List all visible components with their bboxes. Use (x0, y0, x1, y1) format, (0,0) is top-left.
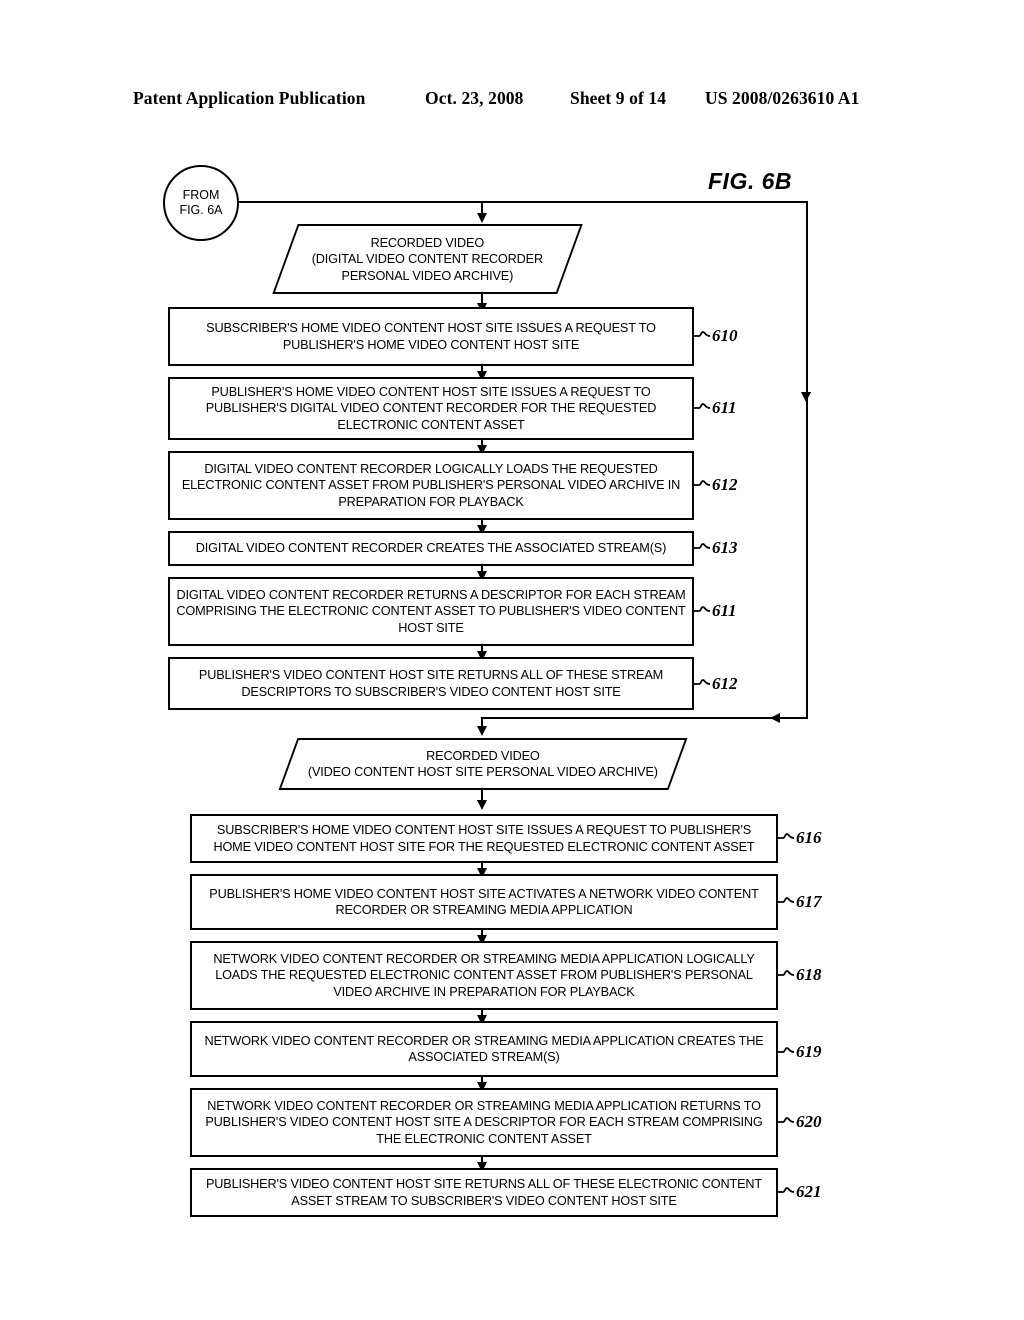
bus-bottom-arrowhead (770, 712, 780, 723)
bus-bottom-horizontal (481, 717, 808, 720)
node-613-label: DIGITAL VIDEO CONTENT RECORDER CREATES T… (195, 541, 667, 556)
node-recorded-video-dvcr-label: RECORDED VIDEO (DIGITAL VIDEO CONTENT RE… (311, 235, 544, 283)
ref-617: 617 (796, 892, 822, 911)
header-patent-number: US 2008/0263610 A1 (705, 88, 860, 108)
node-619-label: NETWORK VIDEO CONTENT RECORDER OR STREAM… (204, 1033, 764, 1064)
ref-619: 619 (796, 1042, 822, 1061)
ref-lead-612b (694, 679, 710, 685)
ref-lead-610 (694, 331, 710, 337)
ref-lead-617 (778, 897, 794, 903)
bus-right-arrowhead (801, 392, 811, 402)
ref-lead-619 (778, 1047, 794, 1053)
node-610: SUBSCRIBER'S HOME VIDEO CONTENT HOST SIT… (168, 307, 694, 366)
ref-lead-611 (694, 403, 710, 409)
node-612: DIGITAL VIDEO CONTENT RECORDER LOGICALLY… (168, 451, 694, 520)
ref-lead-612 (694, 480, 710, 486)
connector-from-fig-6a: FROM FIG. 6A (163, 165, 239, 241)
node-612-label: DIGITAL VIDEO CONTENT RECORDER LOGICALLY… (181, 462, 681, 509)
ref-613: 613 (712, 538, 738, 557)
ref-lead-620 (778, 1117, 794, 1123)
node-616-label: SUBSCRIBER'S HOME VIDEO CONTENT HOST SIT… (213, 823, 755, 854)
node-617-label: PUBLISHER'S HOME VIDEO CONTENT HOST SITE… (209, 886, 759, 917)
header-publication: Patent Application Publication (133, 88, 366, 108)
arrow-to-616 (477, 800, 487, 810)
ref-lead-621 (778, 1187, 794, 1193)
bus-top-horizontal (238, 201, 808, 204)
node-620-label: NETWORK VIDEO CONTENT RECORDER OR STREAM… (205, 1099, 763, 1146)
node-621: PUBLISHER'S VIDEO CONTENT HOST SITE RETU… (190, 1168, 778, 1217)
node-612b: PUBLISHER'S VIDEO CONTENT HOST SITE RETU… (168, 657, 694, 710)
node-620: NETWORK VIDEO CONTENT RECORDER OR STREAM… (190, 1088, 778, 1157)
ref-lead-616 (778, 833, 794, 839)
ref-612b: 612 (712, 674, 738, 693)
header-sheet: Sheet 9 of 14 (570, 88, 667, 108)
node-611: PUBLISHER'S HOME VIDEO CONTENT HOST SITE… (168, 377, 694, 440)
ref-611: 611 (712, 398, 737, 417)
ref-612: 612 (712, 475, 738, 494)
arrow-into-pgram2 (477, 726, 487, 736)
ref-620: 620 (796, 1112, 822, 1131)
ref-616: 616 (796, 828, 822, 847)
arrow-to-pgram1 (477, 213, 487, 223)
ref-lead-611b (694, 606, 710, 612)
node-619: NETWORK VIDEO CONTENT RECORDER OR STREAM… (190, 1021, 778, 1077)
node-616: SUBSCRIBER'S HOME VIDEO CONTENT HOST SIT… (190, 814, 778, 863)
ref-lead-613 (694, 543, 710, 549)
node-611b: DIGITAL VIDEO CONTENT RECORDER RETURNS A… (168, 577, 694, 646)
node-618: NETWORK VIDEO CONTENT RECORDER OR STREAM… (190, 941, 778, 1010)
ref-618: 618 (796, 965, 822, 984)
connector-line-2: FIG. 6A (179, 203, 223, 217)
node-recorded-video-host-site-label: RECORDED VIDEO (VIDEO CONTENT HOST SITE … (308, 748, 658, 779)
node-recorded-video-host-site: RECORDED VIDEO (VIDEO CONTENT HOST SITE … (278, 738, 688, 790)
node-recorded-video-dvcr: RECORDED VIDEO (DIGITAL VIDEO CONTENT RE… (272, 224, 583, 294)
connector-line-1: FROM (182, 188, 220, 202)
ref-611b: 611 (712, 601, 737, 620)
node-611b-label: DIGITAL VIDEO CONTENT RECORDER RETURNS A… (176, 588, 686, 635)
node-613: DIGITAL VIDEO CONTENT RECORDER CREATES T… (168, 531, 694, 566)
node-611-label: PUBLISHER'S HOME VIDEO CONTENT HOST SITE… (205, 385, 657, 432)
bus-right-vertical (805, 201, 808, 719)
node-610-label: SUBSCRIBER'S HOME VIDEO CONTENT HOST SIT… (206, 321, 656, 352)
node-618-label: NETWORK VIDEO CONTENT RECORDER OR STREAM… (213, 952, 755, 999)
page-header: Patent Application Publication Oct. 23, … (0, 88, 1024, 114)
ref-lead-618 (778, 970, 794, 976)
figure-label: FIG. 6B (708, 168, 793, 194)
node-621-label: PUBLISHER'S VIDEO CONTENT HOST SITE RETU… (205, 1177, 763, 1208)
ref-621: 621 (796, 1182, 822, 1201)
header-date: Oct. 23, 2008 (425, 88, 524, 108)
node-612b-label: PUBLISHER'S VIDEO CONTENT HOST SITE RETU… (198, 668, 664, 699)
node-617: PUBLISHER'S HOME VIDEO CONTENT HOST SITE… (190, 874, 778, 930)
ref-610: 610 (712, 326, 738, 345)
